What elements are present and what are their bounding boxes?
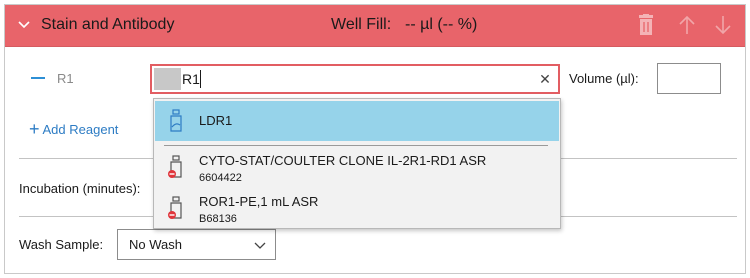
chevron-down-icon [254,242,266,249]
suggestion-divider [164,145,548,146]
incubation-label: Incubation (minutes): [19,181,141,196]
wash-sample-select[interactable]: No Wash [117,229,276,260]
arrow-down-icon[interactable] [713,15,733,35]
volume-input[interactable] [657,63,721,94]
panel-header[interactable]: Stain and Antibody Well Fill: -- µl (-- … [5,5,745,47]
reagent-color-swatch [154,68,181,90]
reagent-row-label: R1 [57,71,74,86]
chevron-down-icon[interactable] [17,18,31,32]
arrow-up-icon[interactable] [677,15,697,35]
wash-sample-label: Wash Sample: [19,237,104,252]
suggestion-code: B68136 [199,213,237,225]
suggestion-name: CYTO-STAT/COULTER CLONE IL-2R1-RD1 ASR [199,153,487,168]
text-caret [200,70,201,88]
well-fill-value: -- µl (-- %) [405,16,478,33]
reagent-bottle-restricted-icon [168,155,182,178]
suggestion-name: ROR1-PE,1 mL ASR [199,194,319,209]
reagent-search-input[interactable] [182,69,512,89]
reagent-search-box[interactable]: ✕ [150,64,560,94]
reagent-bottle-restricted-icon [168,196,182,219]
wash-sample-value: No Wash [129,237,182,252]
add-reagent-label: Add Reagent [42,122,119,137]
suggestion-code: 6604422 [199,172,242,184]
well-fill-label: Well Fill: [331,16,392,33]
add-reagent-button[interactable]: + Add Reagent [29,118,118,139]
stain-antibody-panel: Stain and Antibody Well Fill: -- µl (-- … [4,4,746,274]
suggestion-item[interactable]: LDR1 [155,101,559,141]
suggestion-name: LDR1 [199,113,233,128]
suggestion-item[interactable]: ROR1-PE,1 mL ASR B68136 [155,188,559,226]
panel-title: Stain and Antibody [41,16,175,33]
remove-reagent-button[interactable] [31,77,45,79]
reagent-suggestion-list: LDR1 CYTO-STAT/COULTER CLONE IL-2R1-RD1 … [153,98,561,229]
trash-icon[interactable] [637,14,655,36]
clear-icon[interactable]: ✕ [539,72,551,86]
volume-label: Volume (µl): [569,71,639,86]
suggestion-item[interactable]: CYTO-STAT/COULTER CLONE IL-2R1-RD1 ASR 6… [155,149,559,187]
plus-icon: + [29,119,40,139]
reagent-bottle-icon [170,109,182,132]
